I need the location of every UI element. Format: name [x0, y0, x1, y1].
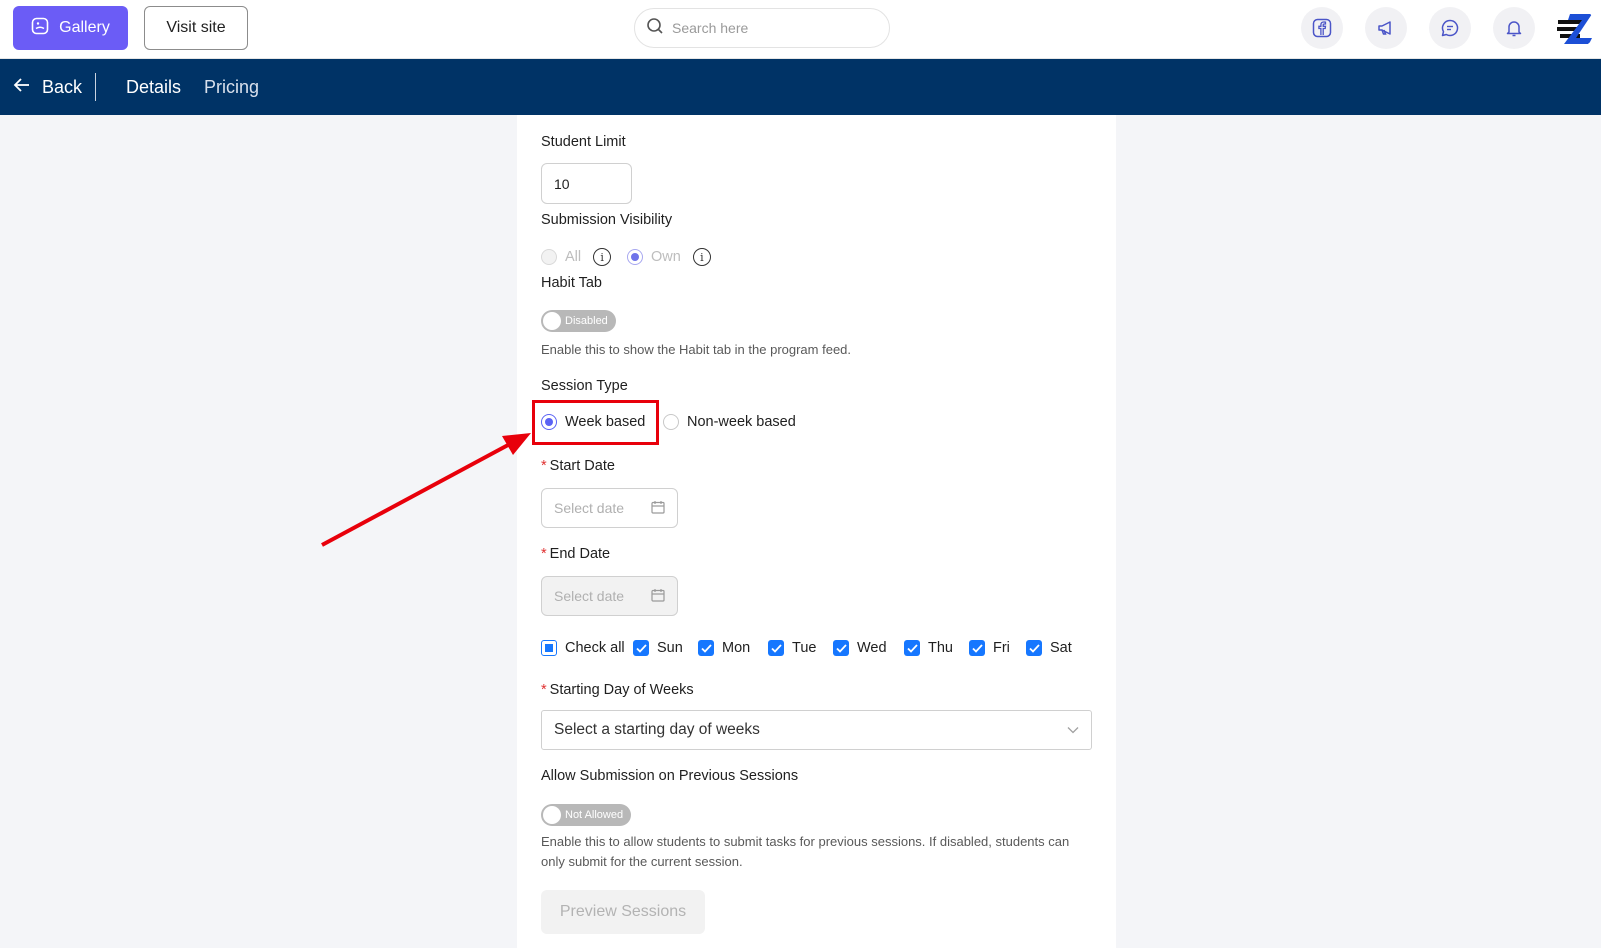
end-date-picker[interactable]: Select date [541, 576, 678, 616]
starting-day-placeholder: Select a starting day of weeks [554, 721, 760, 738]
allow-previous-label: Allow Submission on Previous Sessions [541, 768, 799, 784]
search-icon [646, 17, 664, 40]
visibility-option-own[interactable]: Own i [627, 248, 711, 266]
required-asterisk: * [541, 682, 547, 698]
day-checkbox-mon[interactable]: Mon [698, 640, 750, 656]
back-button[interactable]: Back [12, 59, 82, 115]
facebook-icon[interactable] [1301, 7, 1343, 49]
day-checkbox-tue[interactable]: Tue [768, 640, 816, 656]
start-date-placeholder: Select date [554, 500, 625, 516]
required-asterisk: * [541, 546, 547, 562]
visit-site-button[interactable]: Visit site [144, 6, 248, 50]
info-icon[interactable]: i [593, 248, 612, 266]
calendar-icon [651, 588, 665, 605]
student-limit-input[interactable] [541, 163, 632, 204]
check-all-checkbox[interactable]: Check all [541, 640, 625, 656]
tab-details[interactable]: Details [126, 59, 181, 115]
avatar[interactable] [1556, 8, 1596, 48]
submission-visibility-label: Submission Visibility [541, 212, 673, 228]
chat-icon[interactable] [1429, 7, 1471, 49]
required-asterisk: * [541, 458, 547, 474]
habit-tab-toggle[interactable]: Disabled [541, 310, 616, 332]
day-checkbox-sun[interactable]: Sun [633, 640, 683, 656]
checkmark-icon[interactable] [833, 640, 849, 656]
day-label-mon: Mon [722, 640, 751, 656]
end-date-label: * End Date [541, 546, 610, 562]
session-type-label: Session Type [541, 378, 628, 394]
search-box[interactable] [634, 8, 890, 48]
gallery-label: Gallery [59, 19, 110, 36]
day-checkbox-fri[interactable]: Fri [969, 640, 1010, 656]
start-date-picker[interactable]: Select date [541, 488, 678, 528]
calendar-icon [651, 500, 665, 517]
day-label-sun: Sun [657, 640, 683, 656]
visibility-all-label: All [565, 249, 582, 265]
visit-site-label: Visit site [166, 19, 226, 36]
habit-tab-label: Habit Tab [541, 275, 602, 291]
preview-sessions-button[interactable]: Preview Sessions [541, 890, 705, 934]
allow-previous-toggle[interactable]: Not Allowed [541, 804, 632, 826]
nav-bar: Back Details Pricing [0, 59, 1601, 115]
day-label-wed: Wed [857, 640, 887, 656]
checkmark-icon[interactable] [698, 640, 714, 656]
tab-pricing[interactable]: Pricing [204, 59, 259, 115]
starting-day-label-text: Starting Day of Weeks [549, 682, 694, 698]
student-limit-label: Student Limit [541, 134, 626, 150]
check-all-box[interactable] [541, 640, 557, 656]
habit-toggle-text: Disabled [565, 315, 608, 327]
starting-day-label: * Starting Day of Weeks [541, 682, 694, 698]
gallery-icon [31, 17, 49, 40]
chevron-down-icon [1067, 721, 1079, 739]
day-label-fri: Fri [993, 640, 1010, 656]
megaphone-icon[interactable] [1365, 7, 1407, 49]
checkmark-icon[interactable] [969, 640, 985, 656]
bell-icon[interactable] [1493, 7, 1535, 49]
visibility-own-label: Own [651, 249, 681, 265]
arrow-left-icon [12, 75, 32, 100]
highlight-box [532, 400, 659, 445]
visibility-option-all[interactable]: All i [541, 248, 612, 266]
habit-tab-helper: Enable this to show the Habit tab in the… [541, 342, 852, 357]
back-label: Back [42, 76, 83, 97]
radio-non-week-based[interactable] [663, 414, 679, 430]
end-date-label-text: End Date [549, 546, 611, 562]
day-label-thu: Thu [928, 640, 953, 656]
radio-own[interactable] [627, 249, 643, 265]
preview-sessions-label: Preview Sessions [559, 903, 687, 920]
allow-previous-toggle-text: Not Allowed [565, 809, 624, 821]
nav-divider [95, 73, 96, 101]
checkmark-icon[interactable] [633, 640, 649, 656]
checkmark-icon[interactable] [768, 640, 784, 656]
non-week-based-label: Non-week based [687, 414, 796, 430]
gallery-button[interactable]: Gallery [13, 6, 128, 50]
day-checkbox-wed[interactable]: Wed [833, 640, 887, 656]
allow-previous-helper: Enable this to allow students to submit … [541, 834, 1070, 869]
end-date-placeholder: Select date [554, 588, 625, 604]
info-icon[interactable]: i [692, 248, 711, 266]
checkmark-icon[interactable] [1026, 640, 1042, 656]
day-checkbox-thu[interactable]: Thu [904, 640, 953, 656]
search-input[interactable] [672, 20, 862, 36]
session-non-week-option[interactable]: Non-week based [663, 414, 796, 430]
start-date-label: * Start Date [541, 458, 615, 474]
checkmark-icon[interactable] [904, 640, 920, 656]
radio-all[interactable] [541, 249, 557, 265]
top-bar: Gallery Visit site [0, 0, 1601, 59]
day-label-sat: Sat [1050, 640, 1072, 656]
check-all-label: Check all [565, 640, 625, 656]
starting-day-select[interactable]: Select a starting day of weeks [541, 710, 1092, 750]
day-checkbox-sat[interactable]: Sat [1026, 640, 1072, 656]
day-label-tue: Tue [792, 640, 817, 656]
start-date-label-text: Start Date [549, 458, 615, 474]
